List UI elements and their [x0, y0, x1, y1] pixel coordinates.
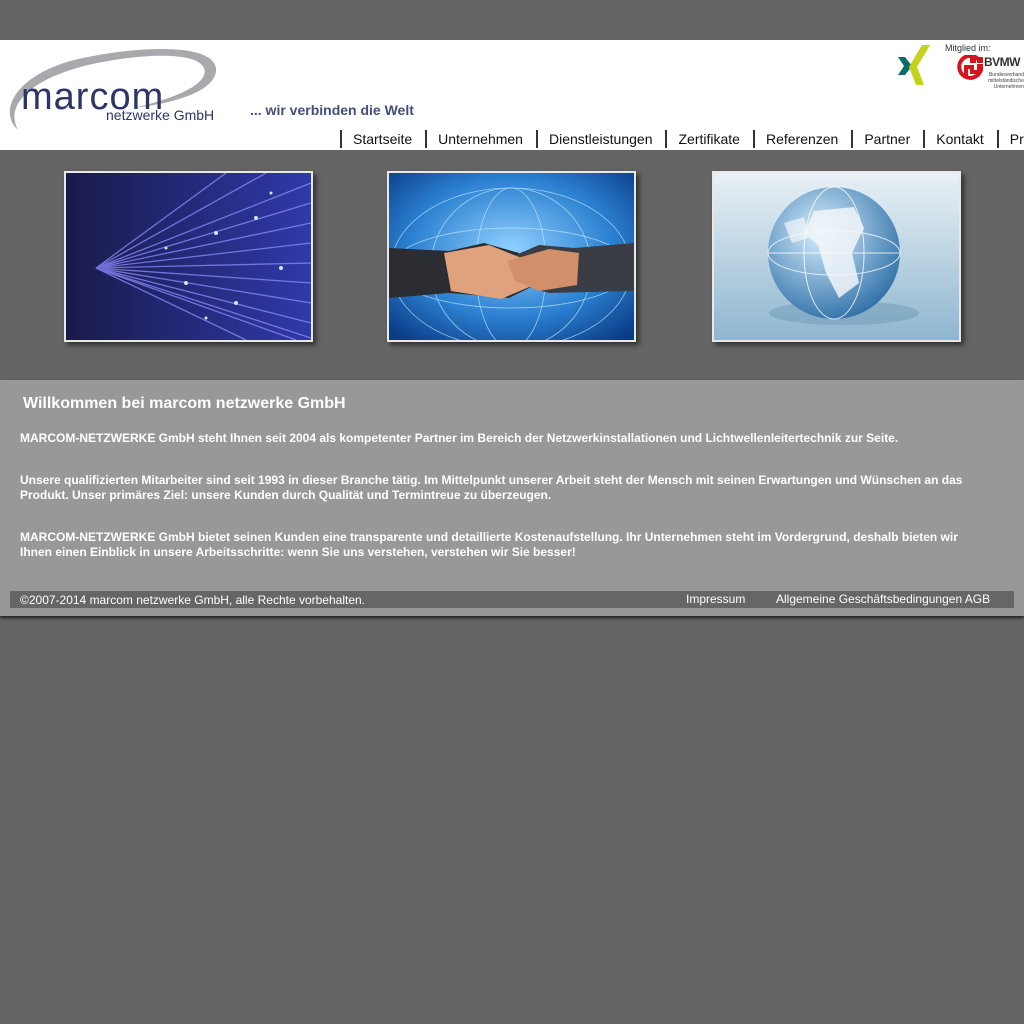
nav-item-presse[interactable]: Presse [996, 130, 1024, 148]
nav-item-partner[interactable]: Partner [851, 130, 923, 148]
nav-item-startseite[interactable]: Startseite [340, 130, 425, 148]
nav-item-unternehmen[interactable]: Unternehmen [425, 130, 536, 148]
tagline: ... wir verbinden die Welt [250, 102, 414, 118]
bvmw-member-label: Mitglied im: [945, 43, 991, 53]
nav-item-dienstleistungen[interactable]: Dienstleistungen [535, 130, 666, 148]
xing-icon[interactable] [898, 45, 932, 85]
main-navigation: Startseite Unternehmen Dienstleistungen … [340, 130, 1024, 148]
welcome-section: Willkommen bei marcom netzwerke GmbH MAR… [0, 380, 1024, 616]
team-paragraph: Unsere qualifizierten Mitarbeiter sind s… [20, 473, 963, 502]
nav-item-kontakt[interactable]: Kontakt [923, 130, 996, 148]
costs-paragraph: MARCOM-NETZWERKE GmbH bietet seinen Kund… [20, 530, 958, 559]
glass-globe-photo [712, 171, 961, 342]
page-title: Willkommen bei marcom netzwerke GmbH [23, 395, 346, 412]
fiber-optic-photo [64, 171, 313, 342]
logo-subtitle: netzwerke GmbH [106, 107, 215, 123]
bvmw-subtitle: Bundesverband mittelständische Unternehm… [988, 72, 1024, 90]
copyright-text: ©2007-2014 marcom netzwerke GmbH, alle R… [20, 593, 366, 607]
intro-paragraph: MARCOM-NETZWERKE GmbH steht Ihnen seit 2… [20, 431, 899, 445]
footer-bar: ©2007-2014 marcom netzwerke GmbH, alle R… [10, 591, 1014, 608]
bvmw-name: BVMW [984, 55, 1021, 69]
site-header: marcom netzwerke GmbH ... wir verbinden … [0, 40, 1024, 150]
nav-item-zertifikate[interactable]: Zertifikate [665, 130, 752, 148]
impressum-link[interactable]: Impressum [686, 592, 745, 606]
nav-item-referenzen[interactable]: Referenzen [752, 130, 851, 148]
company-logo[interactable]: marcom netzwerke GmbH [4, 46, 220, 134]
agb-link[interactable]: Allgemeine Geschäftsbedingungen AGB [776, 592, 990, 606]
bvmw-badge[interactable]: Mitglied im: BVMW Bundesverband mittelst… [944, 43, 1024, 90]
handshake-globe-photo [387, 171, 636, 342]
